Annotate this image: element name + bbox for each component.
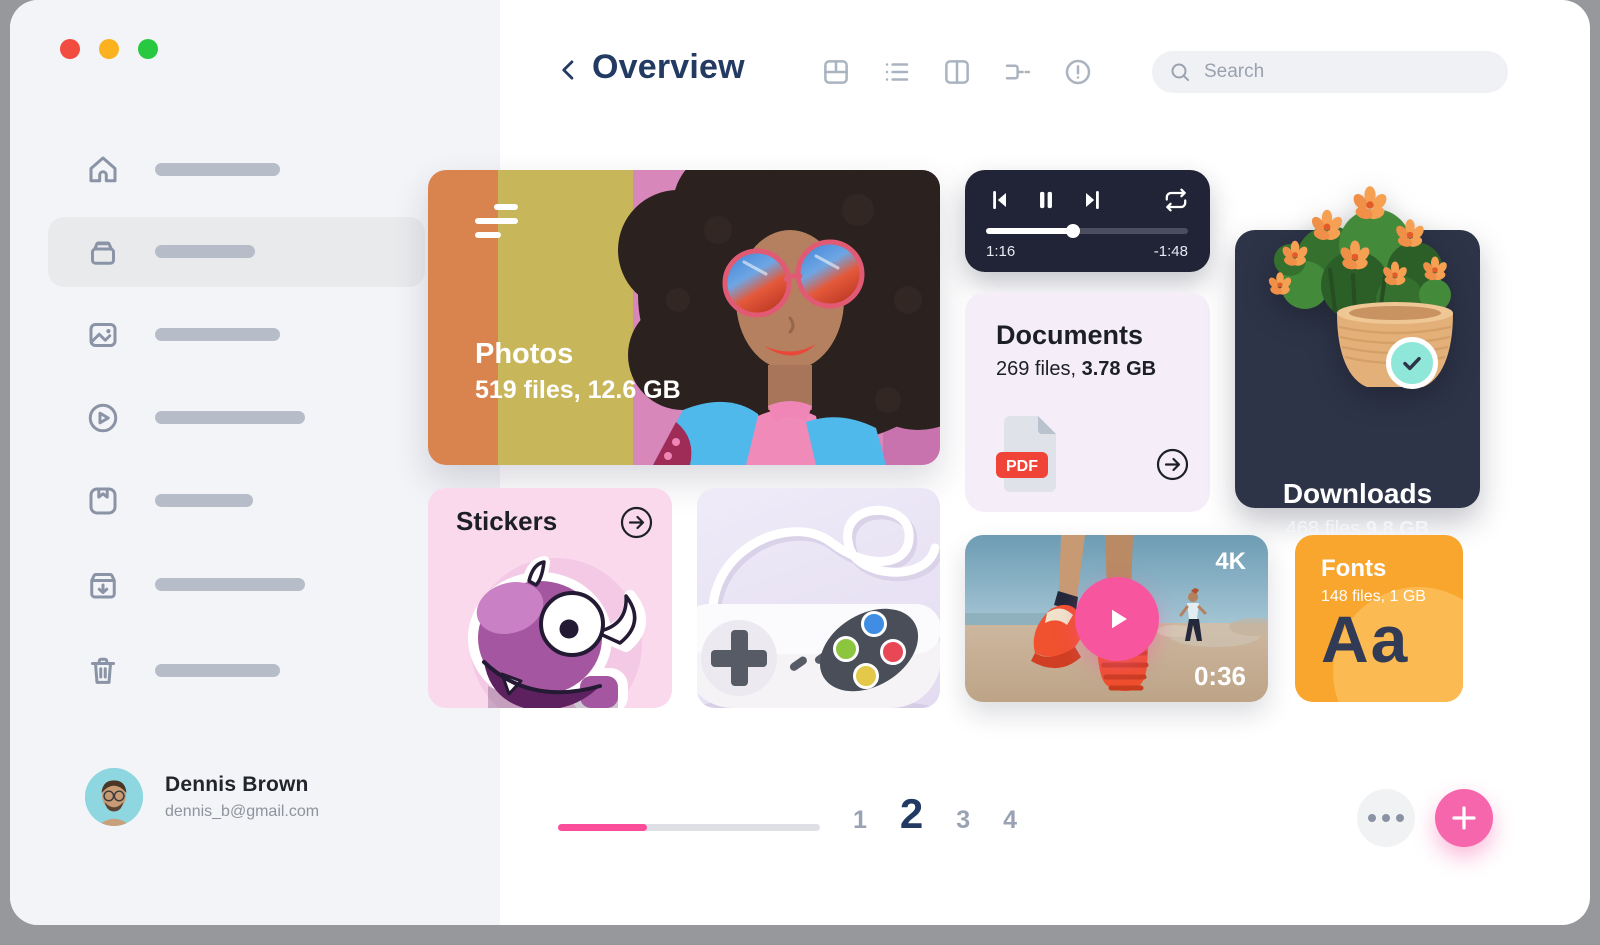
search-icon [1168, 60, 1192, 84]
page-1-button[interactable]: 1 [853, 806, 867, 835]
stickers-open-arrow-icon[interactable] [620, 506, 653, 539]
alert-circle-button[interactable] [1063, 57, 1093, 87]
player-progress-track[interactable] [986, 228, 1188, 234]
documents-title: Documents [996, 320, 1143, 351]
skip-back-icon[interactable] [987, 187, 1013, 213]
photos-subtitle: 519 files, 12.6 GB [475, 376, 681, 405]
sidebar-item-images[interactable] [10, 300, 500, 370]
minimize-button[interactable] [99, 39, 119, 59]
merge-flow-button[interactable] [1002, 57, 1032, 87]
page-title: Overview [592, 48, 745, 87]
bookmark-box-icon [85, 483, 121, 519]
nav-label-placeholder [155, 664, 280, 677]
sidebar-item-downloads[interactable] [10, 550, 500, 620]
archive-box-icon [85, 234, 121, 270]
fonts-aa-glyph: Aa [1321, 601, 1409, 677]
zoom-button[interactable] [138, 39, 158, 59]
close-button[interactable] [60, 39, 80, 59]
nav-label-placeholder [155, 163, 280, 176]
pagination: 1 2 3 4 [853, 790, 1017, 838]
player-progress-fill [986, 228, 1073, 234]
video-duration: 0:36 [1194, 661, 1246, 692]
user-name: Dennis Brown [165, 773, 319, 797]
stickers-card[interactable]: Stickers [428, 488, 672, 708]
video-quality-badge: 4K [1215, 548, 1246, 576]
page-3-button[interactable]: 3 [956, 806, 970, 835]
app-window: Dennis Brown dennis_b@gmail.com Overview [10, 0, 1590, 925]
window-controls [60, 39, 158, 59]
back-button[interactable] [555, 54, 583, 86]
fonts-card[interactable]: Fonts 148 files, 1 GB Aa [1295, 535, 1463, 702]
play-circle-icon [85, 400, 121, 436]
more-options-button[interactable] [1357, 789, 1415, 847]
photos-title: Photos [475, 338, 573, 371]
storage-progress-fill [558, 824, 647, 831]
nav-label-placeholder [155, 578, 305, 591]
page-4-button[interactable]: 4 [1003, 806, 1017, 835]
photos-cover-image [428, 170, 940, 465]
games-card[interactable] [697, 488, 940, 708]
search-bar[interactable] [1152, 51, 1508, 93]
sidebar-item-videos[interactable] [10, 383, 500, 453]
svg-text:PDF: PDF [1006, 458, 1038, 475]
plus-icon [1449, 803, 1479, 833]
home-icon [85, 152, 121, 188]
downloads-card[interactable]: Downloads 468 files 9.8 GB [1235, 165, 1480, 508]
photos-card[interactable]: Photos 519 files, 12.6 GB [428, 170, 940, 465]
pdf-file-icon: PDF [996, 414, 1062, 494]
fonts-title: Fonts [1321, 555, 1386, 583]
storage-progress-bar [558, 824, 820, 831]
player-remaining-time: -1:48 [1154, 243, 1188, 260]
nav-label-placeholder [155, 494, 253, 507]
trash-icon [85, 653, 121, 689]
image-icon [85, 317, 121, 353]
plant-image [1235, 165, 1480, 405]
ellipsis-icon [1368, 814, 1376, 822]
nav-label-placeholder [155, 411, 305, 424]
sidebar-item-files-active[interactable] [10, 217, 500, 287]
nav-label-placeholder [155, 245, 255, 258]
skip-forward-icon[interactable] [1079, 187, 1105, 213]
player-progress-thumb[interactable] [1066, 224, 1080, 238]
sidebar-item-home[interactable] [10, 135, 500, 205]
nav-label-placeholder [155, 328, 280, 341]
stickers-title: Stickers [456, 506, 557, 537]
grid-view-button[interactable] [821, 57, 851, 87]
search-input[interactable] [1204, 61, 1492, 83]
sidebar-item-saved[interactable] [10, 466, 500, 536]
game-controller-image [697, 488, 940, 708]
play-button[interactable] [1075, 577, 1159, 661]
documents-card[interactable]: Documents 269 files, 3.78 GB PDF [965, 292, 1210, 512]
sidebar: Dennis Brown dennis_b@gmail.com [10, 0, 500, 925]
music-player-card: 1:16 -1:48 [965, 170, 1210, 272]
user-profile[interactable]: Dennis Brown dennis_b@gmail.com [85, 768, 319, 826]
documents-subtitle: 269 files, 3.78 GB [996, 358, 1156, 381]
monster-sticker-image [428, 536, 672, 708]
user-email: dennis_b@gmail.com [165, 803, 319, 821]
pause-icon[interactable] [1033, 187, 1059, 213]
video-card[interactable]: 4K 0:36 [965, 535, 1268, 702]
avatar [85, 768, 143, 826]
package-down-icon [85, 567, 121, 603]
page-2-button-current[interactable]: 2 [900, 790, 923, 838]
player-elapsed-time: 1:16 [986, 243, 1015, 260]
repeat-icon[interactable] [1163, 187, 1189, 213]
columns-view-button[interactable] [942, 57, 972, 87]
list-view-button[interactable] [882, 57, 912, 87]
documents-open-arrow-icon[interactable] [1156, 448, 1189, 481]
downloads-title: Downloads [1235, 478, 1480, 510]
download-complete-check-icon [1386, 337, 1438, 389]
sidebar-item-trash[interactable] [10, 636, 500, 706]
add-button[interactable] [1435, 789, 1493, 847]
